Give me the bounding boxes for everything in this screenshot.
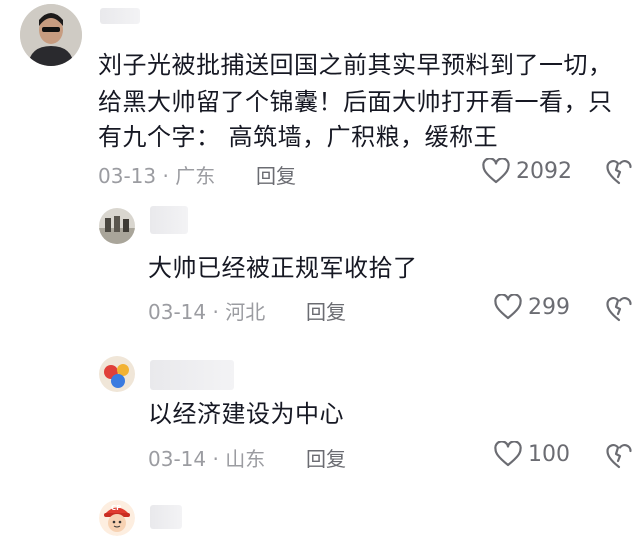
avatar-photo-icon [99, 208, 135, 244]
heart-outline-icon [494, 441, 522, 467]
broken-heart-icon [606, 160, 632, 185]
like-button[interactable]: 100 [494, 441, 570, 467]
meta-separator: · [206, 300, 226, 324]
avatar-photo-icon [20, 4, 82, 66]
username-redacted [150, 360, 234, 390]
dislike-button[interactable] [606, 159, 632, 189]
comment-meta: 03-14 · 河北 [148, 296, 265, 325]
reply-button[interactable]: 回复 [256, 160, 296, 189]
meta-separator: · [206, 447, 226, 471]
heart-outline-icon [482, 158, 510, 184]
comment-meta: 03-13 · 广东 [98, 160, 215, 189]
avatar[interactable] [99, 208, 135, 244]
comment-text: 以经济建设为中心 [148, 400, 344, 428]
heart-outline-icon [494, 294, 522, 320]
avatar-photo-icon [99, 356, 135, 392]
broken-heart-icon [606, 297, 632, 322]
like-count: 299 [528, 294, 570, 320]
comment-meta: 03-14 · 山东 [148, 443, 265, 472]
username-redacted [150, 505, 182, 529]
comment-text-line: 有九个字： 高筑墙，广积粮，缓称王 [98, 123, 499, 151]
like-count: 2092 [516, 158, 572, 184]
comment-text-line: 刘子光被批捕送回国之前其实早预料到了一切， [98, 51, 613, 79]
username-redacted [100, 8, 140, 24]
avatar[interactable] [99, 356, 135, 392]
comment-location: 河北 [225, 300, 266, 324]
meta-separator: · [156, 164, 176, 188]
comment-text-line: 给黑大帅留了个锦囊！后面大帅打开看一看，只 [98, 88, 613, 116]
comment-date: 03-13 [98, 164, 157, 188]
like-button[interactable]: 299 [494, 294, 570, 320]
comment-location: 广东 [175, 164, 216, 188]
username-redacted [150, 206, 188, 234]
broken-heart-icon [606, 444, 632, 469]
avatar[interactable] [20, 4, 82, 66]
like-count: 100 [528, 441, 570, 467]
comment-date: 03-14 [148, 447, 207, 471]
like-button[interactable]: 2092 [482, 158, 572, 184]
comment-location: 山东 [225, 447, 266, 471]
avatar[interactable]: CP [99, 500, 135, 536]
comment-date: 03-14 [148, 300, 207, 324]
dislike-button[interactable] [606, 443, 632, 473]
avatar-badge: CP [111, 504, 122, 512]
dislike-button[interactable] [606, 296, 632, 326]
reply-button[interactable]: 回复 [306, 296, 346, 325]
reply-button[interactable]: 回复 [306, 443, 346, 472]
comment-text: 大帅已经被正规军收拾了 [148, 254, 418, 282]
